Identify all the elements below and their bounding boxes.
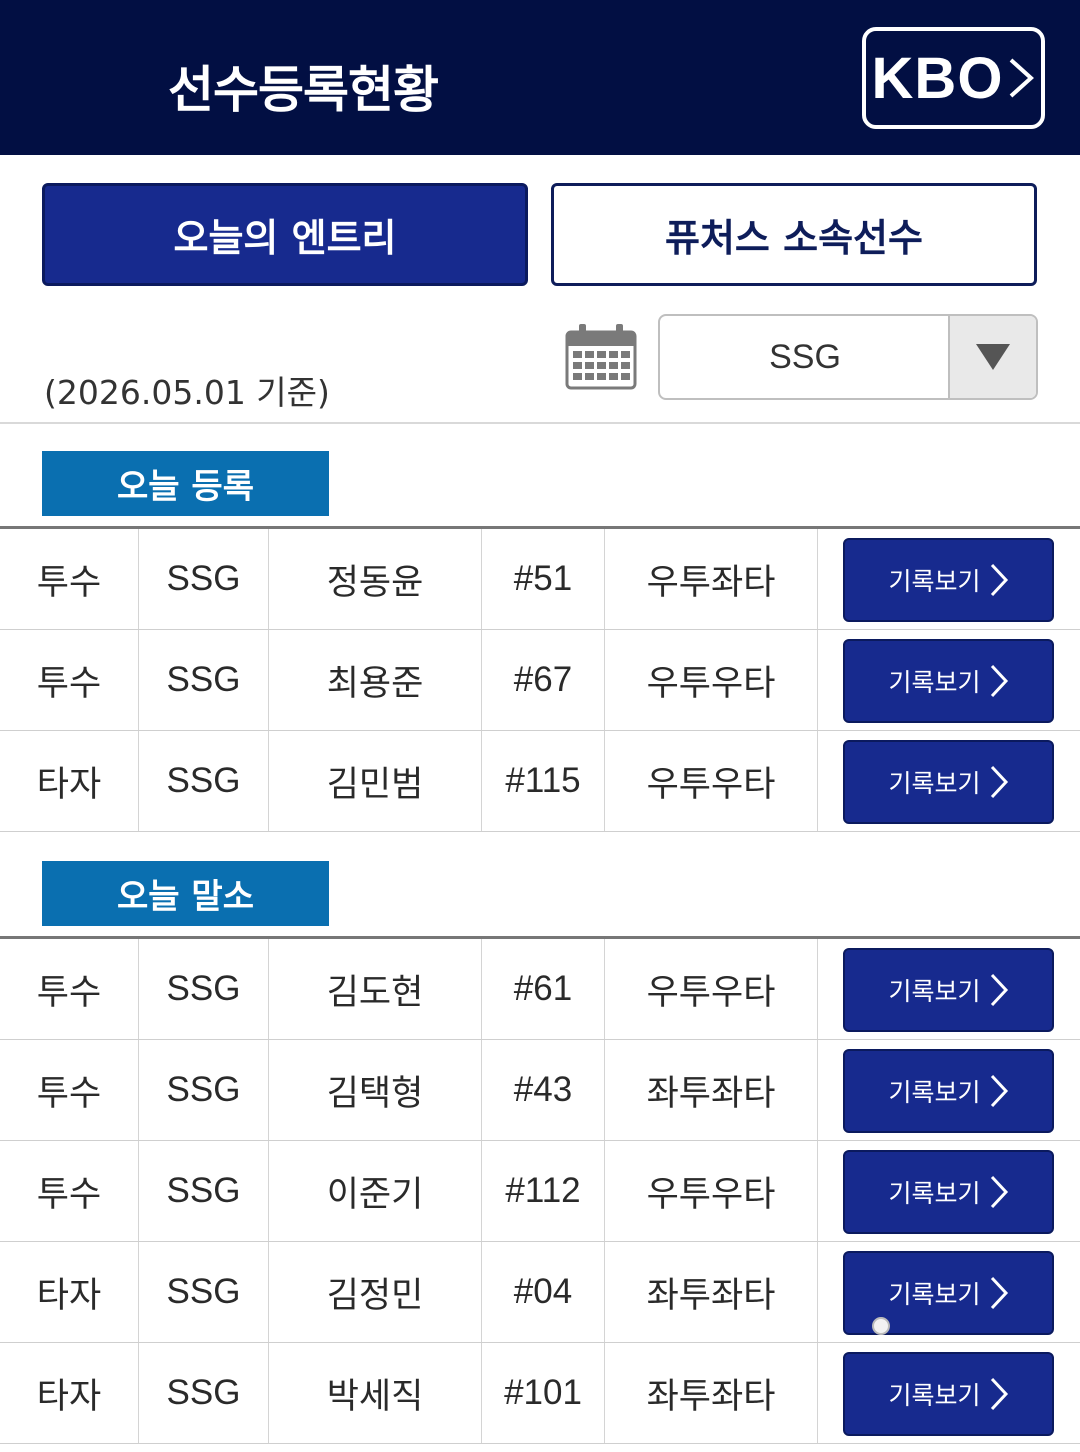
view-record-label: 기록보기 — [888, 668, 981, 697]
kbo-link-button[interactable]: KBO — [862, 27, 1045, 129]
chevron-right-icon — [990, 1377, 1008, 1411]
player-team: SSG — [139, 529, 269, 629]
chevron-right-icon — [1010, 58, 1035, 98]
player-team: SSG — [139, 1141, 269, 1241]
table-row: 투수 SSG 이준기 #112 우투우타 기록보기 — [0, 1141, 1080, 1242]
chevron-right-icon — [990, 563, 1008, 597]
app-header: 선수등록현황 KBO — [0, 0, 1080, 155]
player-number: #61 — [482, 939, 605, 1039]
view-record-button[interactable]: 기록보기 — [843, 948, 1054, 1032]
table-row: 타자 SSG 박세직 #101 좌투좌타 기록보기 — [0, 1343, 1080, 1444]
view-record-button[interactable]: 기록보기 — [843, 639, 1054, 723]
view-record-label: 기록보기 — [888, 567, 981, 596]
player-hand: 우투좌타 — [605, 529, 818, 629]
view-record-button[interactable]: 기록보기 — [843, 1049, 1054, 1133]
view-record-label: 기록보기 — [888, 1280, 981, 1309]
player-number: #67 — [482, 630, 605, 730]
player-name: 김정민 — [269, 1242, 482, 1342]
player-team: SSG — [139, 630, 269, 730]
player-hand: 우투우타 — [605, 939, 818, 1039]
player-number: #51 — [482, 529, 605, 629]
calendar-icon[interactable] — [565, 322, 637, 390]
tab-today-entry[interactable]: 오늘의 엔트리 — [42, 183, 528, 286]
view-record-label: 기록보기 — [888, 1179, 981, 1208]
player-name: 김택형 — [269, 1040, 482, 1140]
registered-table: 투수 SSG 정동윤 #51 우투좌타 기록보기 투수 SSG 최용준 #67 우투우타 기록보기 타자… — [0, 526, 1080, 832]
view-record-button[interactable]: 기록보기 — [843, 538, 1054, 622]
player-name: 박세직 — [269, 1343, 482, 1443]
player-position: 타자 — [0, 1343, 139, 1443]
table-row: 투수 SSG 최용준 #67 우투우타 기록보기 — [0, 630, 1080, 731]
filter-divider — [0, 422, 1080, 424]
chevron-right-icon — [990, 1175, 1008, 1209]
player-hand: 좌투좌타 — [605, 1040, 818, 1140]
dropdown-arrow[interactable] — [948, 316, 1036, 398]
removed-section-title: 오늘 말소 — [42, 861, 329, 926]
chevron-right-icon — [990, 765, 1008, 799]
player-position: 투수 — [0, 529, 139, 629]
player-hand: 우투우타 — [605, 630, 818, 730]
view-record-button[interactable]: 기록보기 — [843, 1150, 1054, 1234]
table-row: 투수 SSG 김택형 #43 좌투좌타 기록보기 — [0, 1040, 1080, 1141]
table-row: 투수 SSG 정동윤 #51 우투좌타 기록보기 — [0, 529, 1080, 630]
chevron-right-icon — [990, 1074, 1008, 1108]
chevron-right-icon — [990, 1276, 1008, 1310]
touch-indicator — [872, 1317, 890, 1335]
player-hand: 좌투좌타 — [605, 1242, 818, 1342]
view-record-label: 기록보기 — [888, 769, 981, 798]
player-team: SSG — [139, 1343, 269, 1443]
view-record-button[interactable]: 기록보기 — [843, 1352, 1054, 1436]
player-hand: 좌투좌타 — [605, 1343, 818, 1443]
player-team: SSG — [139, 731, 269, 831]
triangle-down-icon — [976, 344, 1010, 370]
removed-table: 투수 SSG 김도현 #61 우투우타 기록보기 투수 SSG 김택형 #43 좌투좌타 기록보기 투수… — [0, 936, 1080, 1444]
view-record-button[interactable]: 기록보기 — [843, 740, 1054, 824]
tab-futures-players[interactable]: 퓨처스 소속선수 — [551, 183, 1037, 286]
player-position: 투수 — [0, 630, 139, 730]
player-position: 투수 — [0, 1040, 139, 1140]
player-name: 김도현 — [269, 939, 482, 1039]
player-number: #112 — [482, 1141, 605, 1241]
player-name: 정동윤 — [269, 529, 482, 629]
player-team: SSG — [139, 939, 269, 1039]
view-record-label: 기록보기 — [888, 1078, 981, 1107]
player-number: #101 — [482, 1343, 605, 1443]
player-name: 김민범 — [269, 731, 482, 831]
chevron-right-icon — [990, 973, 1008, 1007]
player-position: 투수 — [0, 1141, 139, 1241]
player-number: #115 — [482, 731, 605, 831]
team-select-value: SSG — [769, 337, 841, 376]
player-position: 투수 — [0, 939, 139, 1039]
chevron-right-icon — [990, 664, 1008, 698]
page-title: 선수등록현황 — [168, 61, 439, 119]
player-hand: 우투우타 — [605, 731, 818, 831]
player-number: #04 — [482, 1242, 605, 1342]
view-record-label: 기록보기 — [888, 1381, 981, 1410]
player-name: 이준기 — [269, 1141, 482, 1241]
player-name: 최용준 — [269, 630, 482, 730]
player-team: SSG — [139, 1242, 269, 1342]
table-row: 투수 SSG 김도현 #61 우투우타 기록보기 — [0, 939, 1080, 1040]
view-record-label: 기록보기 — [888, 977, 981, 1006]
player-number: #43 — [482, 1040, 605, 1140]
team-select[interactable]: SSG — [658, 314, 1038, 400]
registered-section-title: 오늘 등록 — [42, 451, 329, 516]
player-team: SSG — [139, 1040, 269, 1140]
player-position: 타자 — [0, 731, 139, 831]
kbo-label: KBO — [871, 45, 1004, 111]
player-position: 타자 — [0, 1242, 139, 1342]
player-hand: 우투우타 — [605, 1141, 818, 1241]
table-row: 타자 SSG 김민범 #115 우투우타 기록보기 — [0, 731, 1080, 832]
base-date-label: (2026.05.01 기준) — [44, 373, 330, 412]
table-row: 타자 SSG 김정민 #04 좌투좌타 기록보기 — [0, 1242, 1080, 1343]
